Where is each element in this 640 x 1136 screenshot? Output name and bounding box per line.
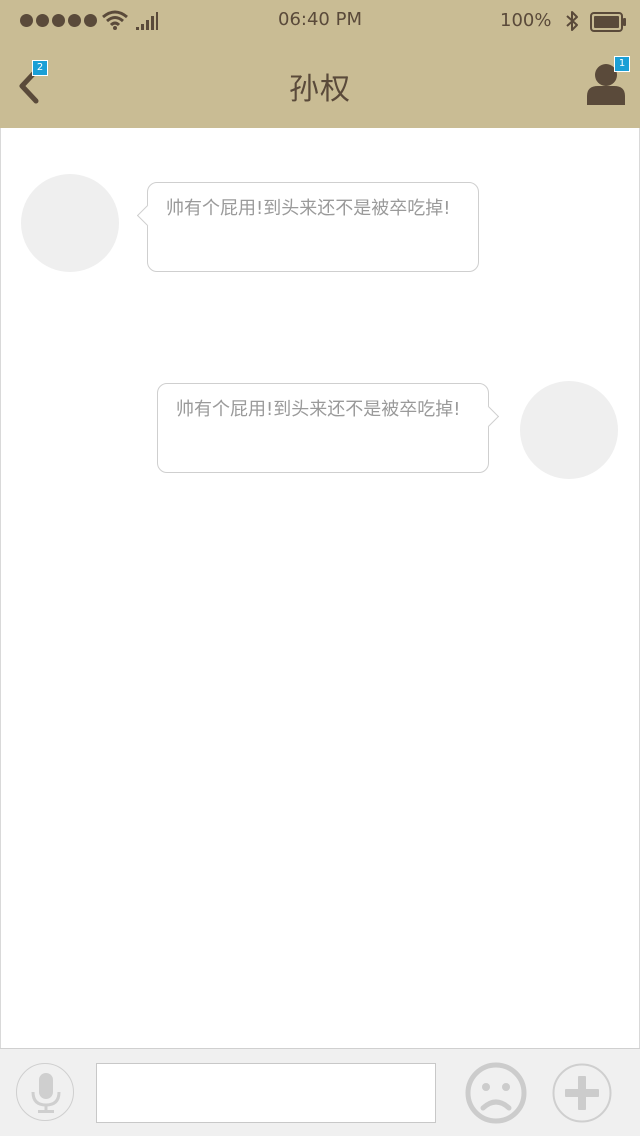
plus-icon: [552, 1063, 612, 1123]
profile-badge: 1: [614, 56, 630, 72]
voice-button[interactable]: [16, 1063, 74, 1121]
user-avatar[interactable]: [520, 381, 618, 479]
message-text: 帅有个屁用!到头来还不是被卒吃掉!: [166, 198, 451, 219]
bubble-tail: [477, 405, 500, 428]
more-options-button[interactable]: [552, 1063, 612, 1123]
message-bubble-incoming[interactable]: 帅有个屁用!到头来还不是被卒吃掉!: [136, 182, 479, 272]
battery-icon: [590, 12, 626, 32]
contact-profile-button[interactable]: 1: [580, 56, 636, 108]
message-list[interactable]: 帅有个屁用!到头来还不是被卒吃掉! 帅有个屁用!到头来还不是被卒吃掉!: [0, 128, 640, 1048]
input-toolbar: [0, 1048, 640, 1136]
chat-screen: 06:40 PM 100% 2 孙权 1 帅有个屁用!到头来还不是被卒吃掉! 帅…: [0, 0, 640, 1136]
battery-percent: 100%: [500, 10, 552, 31]
page-title: 孙权: [289, 72, 351, 107]
bluetooth-icon: [566, 11, 578, 31]
sad-face-icon: [465, 1062, 527, 1124]
emoji-button[interactable]: [464, 1061, 528, 1125]
contact-avatar[interactable]: [21, 174, 119, 272]
message-text: 帅有个屁用!到头来还不是被卒吃掉!: [176, 399, 461, 420]
microphone-icon: [31, 1073, 61, 1113]
message-input[interactable]: [96, 1063, 436, 1123]
message-bubble-outgoing[interactable]: 帅有个屁用!到头来还不是被卒吃掉!: [157, 383, 500, 473]
bubble-tail: [136, 204, 159, 227]
header: 06:40 PM 100% 2 孙权 1: [0, 0, 640, 128]
